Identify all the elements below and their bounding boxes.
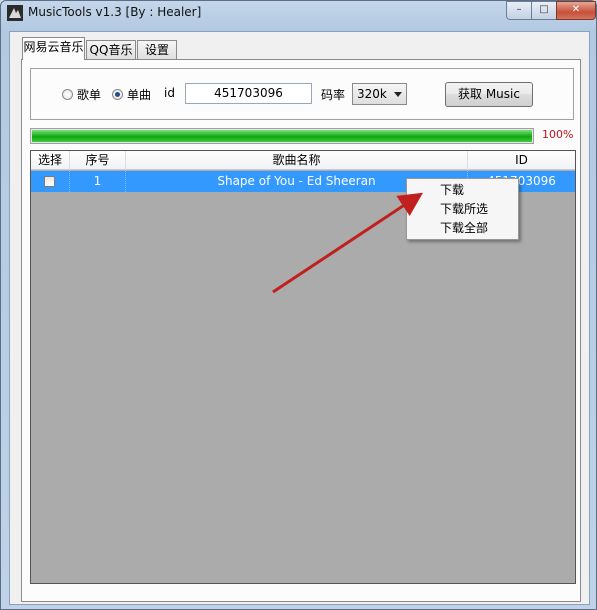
menu-item-download[interactable]: 下载 [410,181,516,200]
column-header-index[interactable]: 序号 [70,151,126,170]
id-input[interactable]: 451703096 [185,83,312,104]
menu-item-download-selected[interactable]: 下载所选 [410,200,516,219]
app-window: MusicTools v1.3 [By : Healer] – □ ✕ 网易云音… [0,0,597,610]
list-header: 选择 序号 歌曲名称 ID [31,151,575,170]
maximize-button[interactable]: □ [531,1,557,20]
column-header-song-name[interactable]: 歌曲名称 [126,151,468,170]
context-menu: 下载 下载所选 下载全部 [406,178,519,240]
single-radio[interactable] [112,89,123,100]
bitrate-value: 320k [357,87,387,101]
window-title: MusicTools v1.3 [By : Healer] [28,5,202,19]
playlist-radio-label[interactable]: 歌单 [77,86,101,103]
bitrate-select[interactable]: 320k [352,83,407,105]
options-group: 歌单 单曲 id 451703096 码率 320k 获取 Music [30,68,574,120]
tab-netease-music[interactable]: 网易云音乐 [22,37,85,60]
client-area: 网易云音乐 QQ音乐 设置 歌单 单曲 id 451703096 码率 320k… [9,31,590,605]
close-button[interactable]: ✕ [556,1,596,20]
chevron-down-icon [394,92,402,97]
column-header-select[interactable]: 选择 [31,151,70,170]
column-header-id[interactable]: ID [468,151,575,170]
fetch-music-button[interactable]: 获取 Music [445,82,533,107]
tab-qq-music[interactable]: QQ音乐 [86,40,136,60]
progress-fill [32,130,532,142]
row-select-cell [31,171,70,192]
id-label: id [164,86,175,100]
title-bar[interactable]: MusicTools v1.3 [By : Healer] – □ ✕ [1,1,596,25]
menu-item-download-all[interactable]: 下载全部 [410,219,516,238]
single-radio-label[interactable]: 单曲 [127,86,151,103]
tab-settings[interactable]: 设置 [137,40,177,60]
progress-percent: 100% [542,128,574,141]
bitrate-label: 码率 [321,88,346,102]
progress-bar [30,128,534,144]
tab-panel: 歌单 单曲 id 451703096 码率 320k 获取 Music 100%… [21,59,581,602]
row-checkbox[interactable] [44,176,55,187]
minimize-button[interactable]: – [506,1,532,20]
playlist-radio[interactable] [62,89,73,100]
app-icon [7,5,23,21]
row-index: 1 [70,171,126,192]
